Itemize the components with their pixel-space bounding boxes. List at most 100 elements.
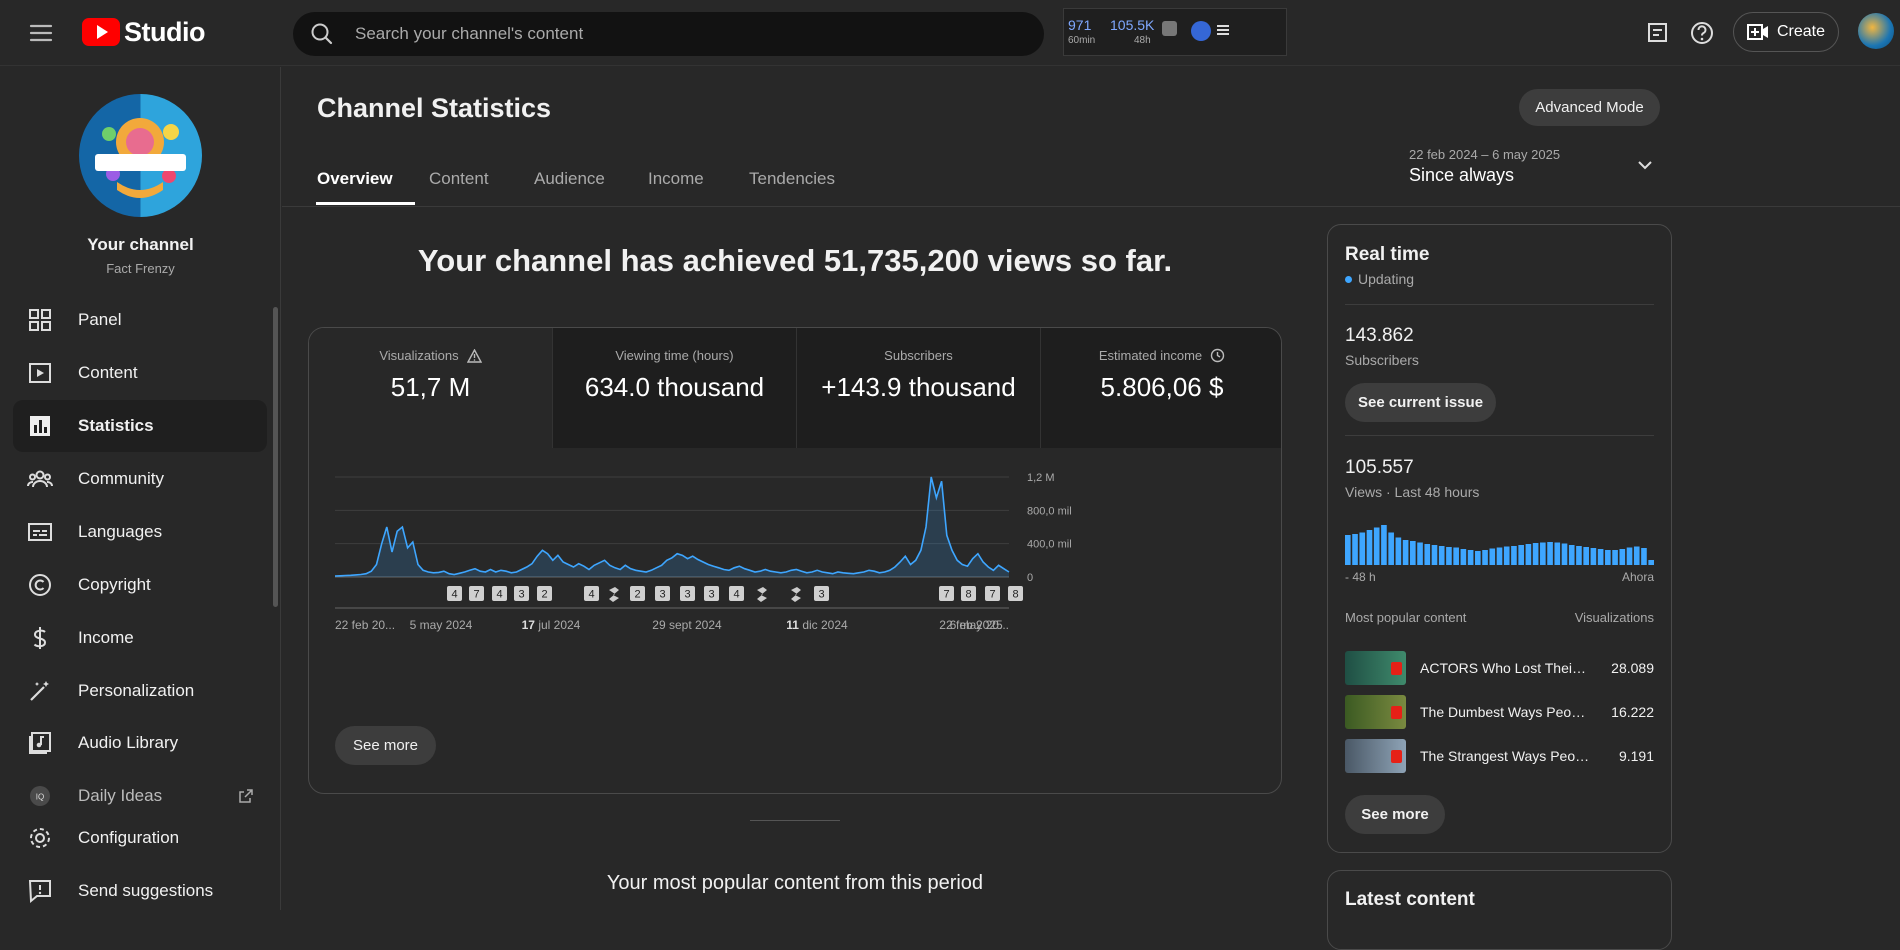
realtime-see-more-button[interactable]: See more: [1345, 795, 1445, 834]
video-marker-label: 3: [659, 589, 665, 601]
channel-avatar[interactable]: [79, 94, 202, 217]
clock-icon: [1210, 348, 1225, 363]
popular-item[interactable]: ACTORS Who Lost Their ... 28.089: [1345, 650, 1654, 686]
tab-overview[interactable]: Overview: [317, 169, 393, 189]
sidebar-item-languages[interactable]: Languages: [13, 506, 267, 558]
latest-content-card: Latest content: [1327, 870, 1672, 950]
sidebar-item-income[interactable]: Income: [13, 612, 267, 664]
see-current-issue-button[interactable]: See current issue: [1345, 383, 1496, 422]
sidebar-item-send-suggestions[interactable]: Send suggestions: [13, 865, 267, 917]
video-marker-label: 8: [1012, 589, 1018, 601]
realtime-bar: [1648, 560, 1654, 565]
realtime-bar: [1561, 543, 1568, 565]
video-views: 16.222: [1611, 704, 1654, 720]
search-bar[interactable]: [293, 12, 1044, 56]
video-marker-label: 7: [989, 589, 995, 601]
realtime-bar: [1446, 547, 1452, 565]
chevron-down-icon[interactable]: [1635, 155, 1655, 175]
video-marker-label: 8: [965, 589, 971, 601]
ext-value-2: 105.5K: [1110, 17, 1155, 33]
tab-income[interactable]: Income: [648, 169, 704, 189]
analytics-icon: [30, 416, 50, 436]
sidebar-item-content[interactable]: Content: [13, 347, 267, 399]
studio-logo[interactable]: Studio: [82, 15, 205, 49]
extension-stats-widget[interactable]: 971 60min 105.5K 48h: [1063, 8, 1287, 56]
video-marker-label: 2: [541, 589, 547, 601]
date-range[interactable]: 22 feb 2024 – 6 may 2025: [1409, 147, 1560, 162]
account-avatar[interactable]: [1858, 13, 1894, 49]
shorts-marker[interactable]: [609, 587, 619, 602]
sidebar-item-label: Content: [78, 363, 138, 382]
sidebar-item-label: Statistics: [78, 416, 154, 435]
tab-audience[interactable]: Audience: [534, 169, 605, 189]
section-divider: [750, 820, 840, 821]
shorts-marker[interactable]: [757, 587, 767, 602]
realtime-bar-chart[interactable]: [1345, 515, 1654, 565]
realtime-bar: [1496, 547, 1503, 565]
youtube-logo-icon: [82, 18, 120, 46]
popular-item[interactable]: The Strangest Ways Peopl... 9.191: [1345, 738, 1654, 774]
daily-ideas-icon: IQ: [30, 786, 50, 806]
sidebar-scrollbar[interactable]: [273, 307, 278, 607]
sidebar-item-label: Copyright: [78, 575, 151, 594]
community-icon: [27, 470, 53, 488]
search-input[interactable]: [353, 23, 957, 45]
hamburger-menu-icon[interactable]: [26, 18, 56, 48]
realtime-bar: [1475, 551, 1481, 565]
video-thumbnail: [1345, 651, 1406, 685]
sidebar-item-panel[interactable]: Panel: [13, 294, 267, 346]
video-marker-label: 4: [588, 589, 594, 601]
realtime-bar: [1417, 542, 1423, 565]
vidiq-icon[interactable]: [1191, 21, 1211, 41]
metric-viewing-time[interactable]: Viewing time (hours) 634.0 thousand: [553, 328, 796, 448]
sidebar-item-community[interactable]: Community: [13, 453, 267, 505]
active-tab-indicator: [316, 202, 415, 205]
sidebar-item-configuration[interactable]: Configuration: [13, 812, 267, 864]
sidebar-item-statistics[interactable]: Statistics: [13, 400, 267, 452]
metric-value: 634.0 thousand: [584, 372, 765, 402]
date-preset[interactable]: Since always: [1409, 165, 1514, 186]
help-icon[interactable]: [1688, 19, 1716, 47]
create-button[interactable]: Create: [1733, 12, 1839, 52]
chart-area: [335, 477, 1009, 577]
video-views: 28.089: [1611, 660, 1654, 676]
realtime-bar: [1525, 544, 1532, 565]
sidebar-item-personalization[interactable]: Personalization: [13, 665, 267, 717]
video-marker-label: 4: [733, 589, 739, 601]
popular-item[interactable]: The Dumbest Ways Peop... 16.222: [1345, 694, 1654, 730]
realtime-axis-end: Ahora: [1622, 570, 1655, 584]
ext-sub-1: 60min: [1068, 35, 1096, 46]
realtime-status: Updating: [1345, 271, 1414, 287]
overview-card: Visualizations 51,7 M Viewing time (hour…: [308, 327, 1282, 794]
realtime-subscribers-value: 143.862: [1345, 325, 1414, 346]
realtime-bar: [1359, 532, 1366, 565]
shorts-icon: [1391, 662, 1402, 675]
tab-tendencies[interactable]: Tendencies: [749, 169, 835, 189]
video-thumbnail: [1345, 695, 1406, 729]
advanced-mode-button[interactable]: Advanced Mode: [1519, 89, 1660, 126]
metric-subscribers[interactable]: Subscribers +143.9 thousand: [797, 328, 1040, 448]
sidebar-item-label: Personalization: [78, 681, 195, 700]
svg-text:IQ: IQ: [36, 793, 44, 802]
metric-estimated-income[interactable]: Estimated income 5.806,06 $: [1041, 328, 1281, 448]
see-more-button[interactable]: See more: [335, 726, 436, 765]
realtime-bar: [1431, 545, 1438, 565]
sidebar-item-copyright[interactable]: Copyright: [13, 559, 267, 611]
metric-label: Visualizations: [379, 348, 459, 363]
bar-chart-icon[interactable]: [1162, 21, 1177, 36]
video-marker-label: 7: [943, 589, 949, 601]
warning-icon: [466, 348, 482, 363]
metric-visualizations[interactable]: Visualizations 51,7 M: [309, 328, 552, 448]
realtime-bar: [1540, 542, 1546, 565]
menu-lines-icon[interactable]: [1216, 23, 1230, 37]
video-marker-label: 2: [634, 589, 640, 601]
messages-icon[interactable]: [1645, 20, 1671, 46]
sidebar-item-audio-library[interactable]: Audio Library: [13, 717, 267, 769]
views-chart[interactable]: 1,2 M 800,0 mil 400,0 mil 0 4 7 4 3 2 4 2 3 3 3 4 3 7 8 7 8…: [309, 448, 1282, 738]
x-tick-label: 11 dic 2024: [786, 618, 848, 632]
video-marker-label: 4: [496, 589, 502, 601]
tab-content[interactable]: Content: [429, 169, 489, 189]
latest-content-title: Latest content: [1345, 889, 1475, 910]
shorts-marker[interactable]: [791, 587, 801, 602]
metric-label: Subscribers: [884, 348, 953, 363]
